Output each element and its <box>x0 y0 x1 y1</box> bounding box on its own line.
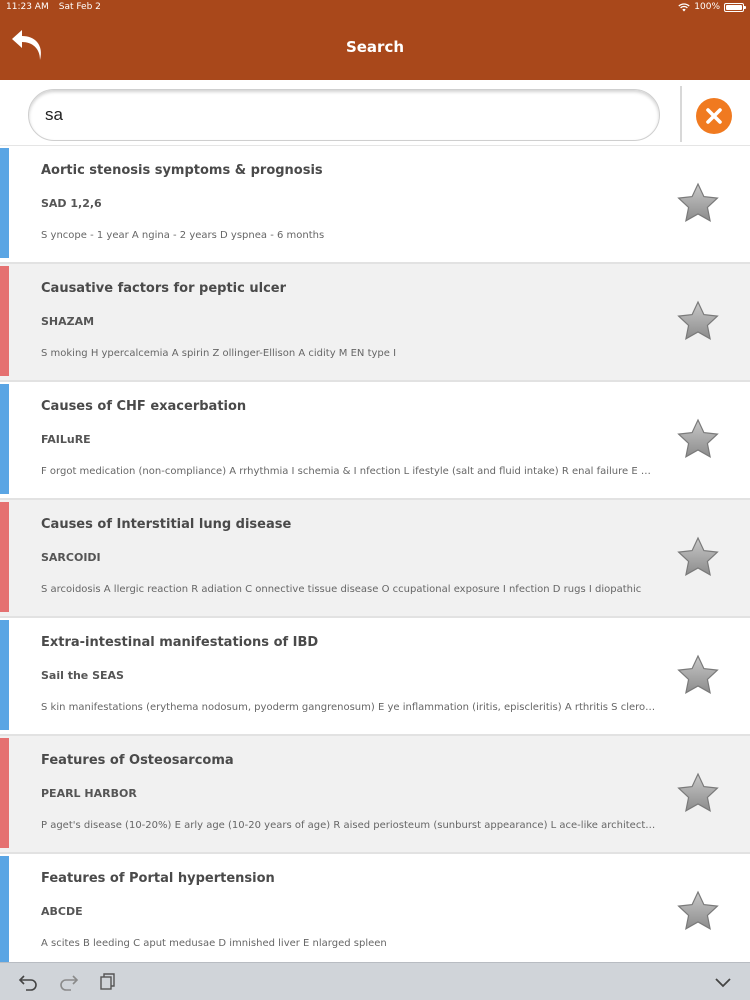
keyboard-toolbar <box>0 962 750 1000</box>
item-details: S moking H ypercalcemia A spirin Z ollin… <box>41 348 397 359</box>
star-icon <box>677 300 719 340</box>
list-item[interactable]: Causes of CHF exacerbation FAILuRE F orgot… <box>0 382 750 500</box>
search-divider <box>680 86 682 142</box>
item-title: Extra-intestinal manifestations of IBD <box>41 635 319 650</box>
star-icon <box>677 890 719 930</box>
category-color-bar <box>0 502 9 612</box>
item-details: S kin manifestations (erythema nodosum, … <box>41 702 656 713</box>
favorite-button[interactable] <box>676 654 720 696</box>
item-title: Causes of CHF exacerbation <box>41 399 247 414</box>
item-details: A scites B leeding C aput medusae D imni… <box>41 938 387 949</box>
category-color-bar <box>0 384 9 494</box>
item-title: Features of Portal hypertension <box>41 871 275 886</box>
item-title: Features of Osteosarcoma <box>41 753 234 768</box>
battery-icon <box>724 2 746 12</box>
chevron-down-icon <box>715 978 731 988</box>
favorite-button[interactable] <box>676 772 720 814</box>
favorite-button[interactable] <box>676 536 720 578</box>
item-details: S arcoidosis A llergic reaction R adiati… <box>41 584 642 595</box>
item-mnemonic: ABCDE <box>41 905 83 918</box>
category-color-bar <box>0 266 9 376</box>
category-color-bar <box>0 148 9 258</box>
list-item[interactable]: Causative factors for peptic ulcer SHAZAM… <box>0 264 750 382</box>
star-icon <box>677 654 719 694</box>
search-bar <box>0 80 750 146</box>
item-title: Aortic stenosis symptoms & prognosis <box>41 163 323 178</box>
star-icon <box>677 418 719 458</box>
item-title: Causes of Interstitial lung disease <box>41 517 292 532</box>
category-color-bar <box>0 856 9 962</box>
back-arrow-icon <box>12 30 41 60</box>
category-color-bar <box>0 620 9 730</box>
list-item[interactable]: Causes of Interstitial lung disease SARCO… <box>0 500 750 618</box>
list-item[interactable]: Features of Portal hypertension ABCDE A sc… <box>0 854 750 962</box>
item-details: F orgot medication (non-compliance) A rr… <box>41 466 656 477</box>
star-icon <box>677 182 719 222</box>
wifi-icon <box>678 2 690 11</box>
list-item[interactable]: Aortic stenosis symptoms & prognosis SAD … <box>0 146 750 264</box>
status-time: 11:23 AM <box>6 2 49 12</box>
close-circle-icon <box>706 108 722 124</box>
battery-percent: 100% <box>694 2 720 12</box>
paste-button[interactable] <box>97 971 119 993</box>
favorite-button[interactable] <box>676 418 720 460</box>
favorite-button[interactable] <box>676 890 720 932</box>
favorite-button[interactable] <box>676 182 720 224</box>
navigation-bar: Search <box>0 14 750 80</box>
page-title: Search <box>345 38 405 56</box>
redo-button[interactable] <box>57 971 79 993</box>
category-color-bar <box>0 738 9 848</box>
back-button[interactable] <box>10 28 46 64</box>
clipboard-icon <box>100 973 115 990</box>
undo-button[interactable] <box>18 971 40 993</box>
item-title: Causative factors for peptic ulcer <box>41 281 287 296</box>
search-input[interactable] <box>28 89 660 141</box>
hide-keyboard-button[interactable] <box>712 971 734 993</box>
status-bar: 11:23 AM Sat Feb 2 100% <box>0 0 750 14</box>
list-item[interactable]: Extra-intestinal manifestations of IBD Sa… <box>0 618 750 736</box>
star-icon <box>677 772 719 812</box>
item-details: S yncope - 1 year A ngina - 2 years D ys… <box>41 230 325 241</box>
item-mnemonic: PEARL HARBOR <box>41 787 137 800</box>
item-mnemonic: SARCOIDI <box>41 551 101 564</box>
item-mnemonic: SHAZAM <box>41 315 95 328</box>
list-item[interactable]: Features of Osteosarcoma PEARL HARBOR P ag… <box>0 736 750 854</box>
favorite-button[interactable] <box>676 300 720 342</box>
clear-search-button[interactable] <box>696 98 732 134</box>
redo-icon <box>60 975 79 991</box>
status-date: Sat Feb 2 <box>58 2 101 12</box>
results-list: Aortic stenosis symptoms & prognosis SAD … <box>0 146 750 962</box>
undo-icon <box>18 975 37 991</box>
item-mnemonic: FAILuRE <box>41 433 91 446</box>
star-icon <box>677 536 719 576</box>
item-mnemonic: SAD 1,2,6 <box>41 197 102 210</box>
item-mnemonic: Sail the SEAS <box>41 669 124 682</box>
item-details: P aget's disease (10-20%) E arly age (10… <box>41 820 656 831</box>
